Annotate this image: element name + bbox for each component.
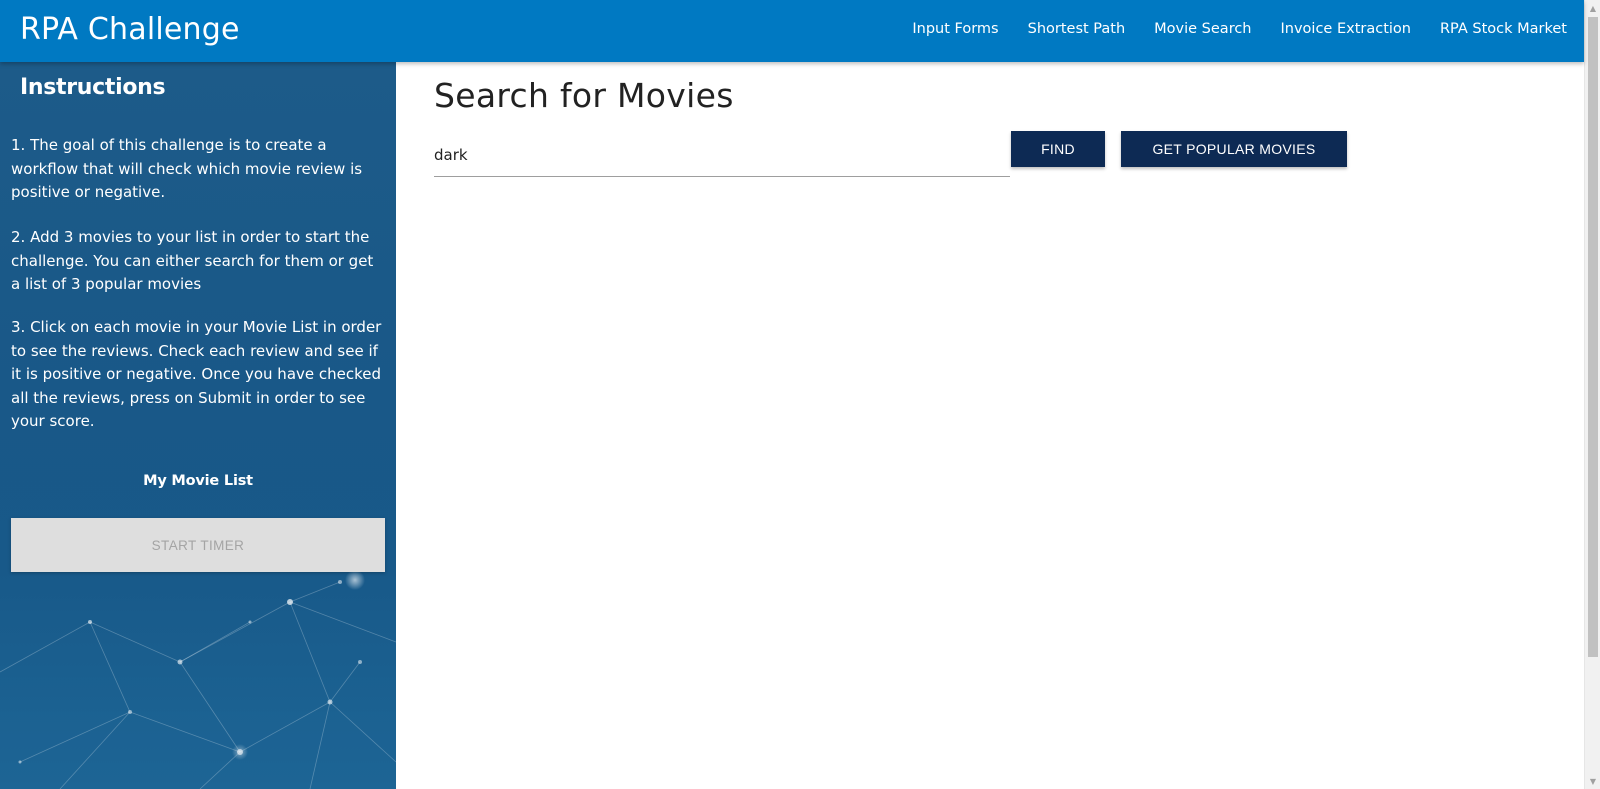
scroll-up-icon[interactable]: ▲: [1585, 0, 1600, 16]
my-movie-list-label: My Movie List: [143, 473, 253, 489]
page-title: Search for Movies: [434, 76, 734, 115]
instructions-title: Instructions: [20, 75, 166, 100]
nav-link-shortest-path[interactable]: Shortest Path: [1028, 21, 1126, 37]
nav-links: Input Forms Shortest Path Movie Search I…: [883, 21, 1567, 37]
movie-search-input[interactable]: [434, 141, 1010, 169]
page-scrollbar[interactable]: ▲ ▼: [1584, 0, 1600, 789]
brand-title[interactable]: RPA Challenge: [20, 12, 240, 47]
search-field-container: [434, 133, 1010, 177]
instruction-step-3: 3. Click on each movie in your Movie Lis…: [11, 318, 382, 430]
find-button[interactable]: FIND: [1011, 131, 1105, 167]
top-navbar: RPA Challenge Input Forms Shortest Path …: [0, 0, 1584, 62]
instruction-step-2: 2. Add 3 movies to your list in order to…: [11, 228, 374, 293]
nav-link-movie-search[interactable]: Movie Search: [1154, 21, 1251, 37]
scroll-down-icon[interactable]: ▼: [1585, 773, 1600, 789]
instruction-step-1: 1. The goal of this challenge is to crea…: [11, 136, 363, 201]
instructions-sidebar: Instructions 1. The goal of this challen…: [0, 62, 396, 789]
nav-link-invoice-extraction[interactable]: Invoice Extraction: [1281, 21, 1411, 37]
get-popular-movies-button[interactable]: GET POPULAR MOVIES: [1121, 131, 1347, 167]
nav-link-rpa-stock-market[interactable]: RPA Stock Market: [1440, 21, 1567, 37]
start-timer-button[interactable]: START TIMER: [11, 518, 385, 572]
nav-link-input-forms[interactable]: Input Forms: [912, 21, 998, 37]
scroll-thumb[interactable]: [1588, 17, 1598, 657]
